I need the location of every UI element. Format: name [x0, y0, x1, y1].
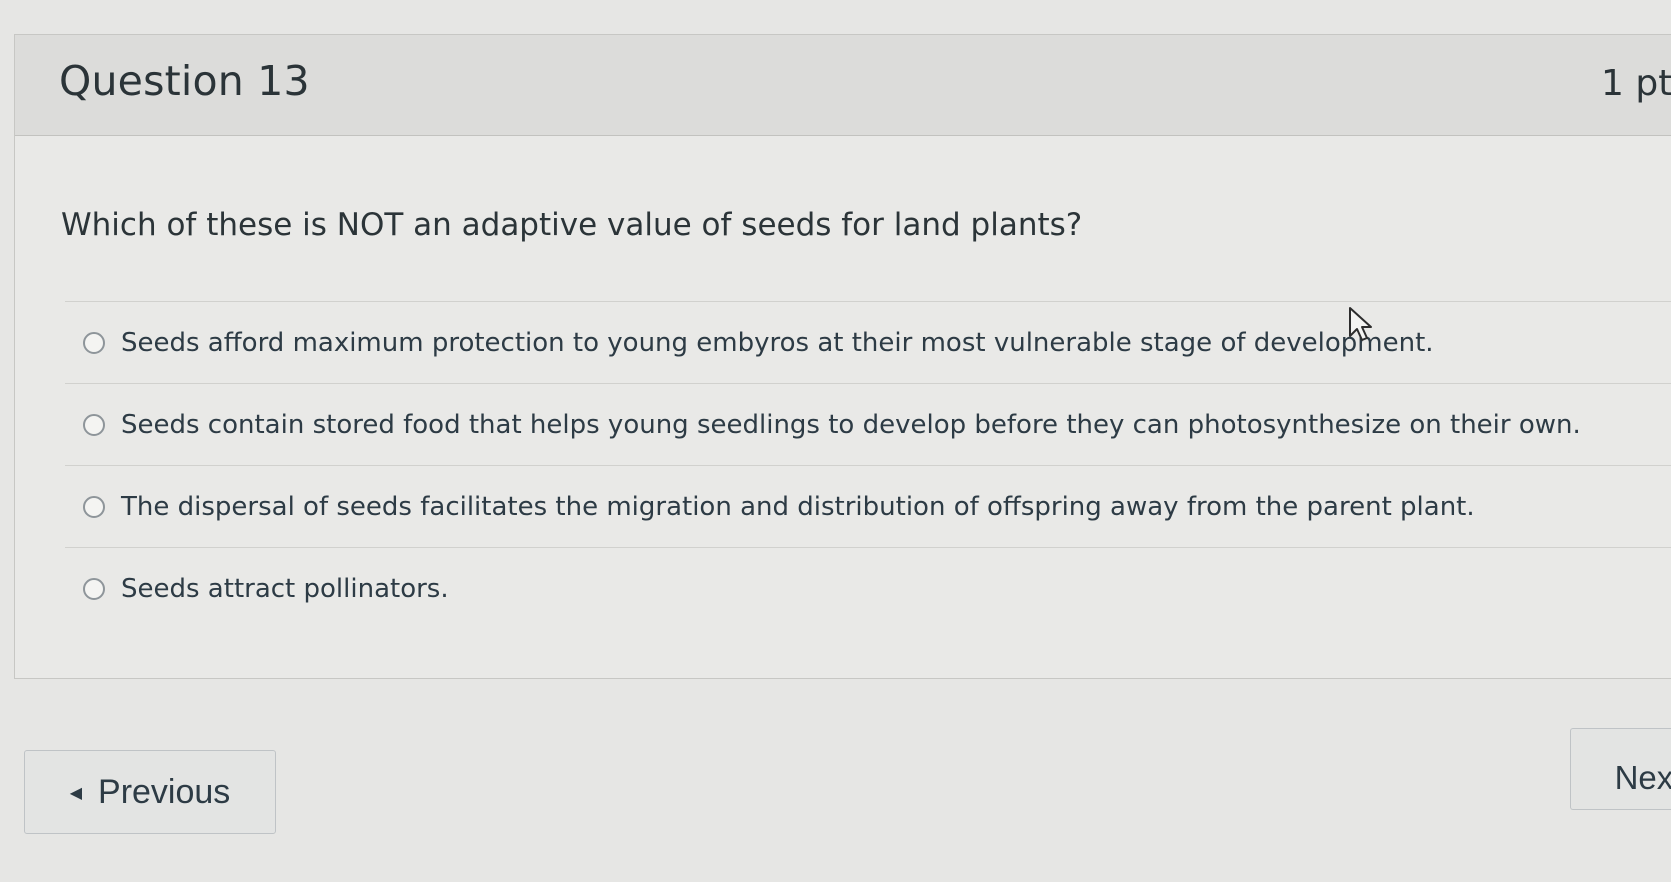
- previous-button[interactable]: ◀ Previous: [24, 750, 276, 834]
- answer-list: Seeds afford maximum protection to young…: [65, 301, 1671, 629]
- next-label: Next: [1614, 758, 1671, 796]
- answer-option-2[interactable]: Seeds contain stored food that helps you…: [65, 383, 1671, 465]
- radio-button[interactable]: [83, 577, 105, 600]
- question-header: Question 13 1 pts: [15, 35, 1671, 136]
- answer-option-4[interactable]: Seeds attract pollinators.: [65, 547, 1671, 629]
- answer-option-1[interactable]: Seeds afford maximum protection to young…: [65, 301, 1671, 383]
- answer-label[interactable]: The dispersal of seeds facilitates the m…: [121, 492, 1475, 522]
- radio-button[interactable]: [83, 413, 105, 436]
- question-card: Question 13 1 pts Which of these is NOT …: [14, 34, 1671, 679]
- answer-label[interactable]: Seeds afford maximum protection to young…: [121, 328, 1434, 358]
- radio-button[interactable]: [83, 495, 105, 518]
- previous-label: Previous: [98, 772, 231, 811]
- answer-option-3[interactable]: The dispersal of seeds facilitates the m…: [65, 465, 1671, 547]
- previous-arrow-icon: ◀: [69, 785, 83, 802]
- question-points: 1 pts: [1601, 63, 1671, 104]
- next-button[interactable]: Next: [1570, 728, 1671, 810]
- answer-label[interactable]: Seeds contain stored food that helps you…: [121, 410, 1581, 440]
- radio-button[interactable]: [83, 331, 105, 354]
- answer-label[interactable]: Seeds attract pollinators.: [121, 574, 449, 604]
- question-prompt: Which of these is NOT an adaptive value …: [61, 207, 1083, 243]
- question-title: Question 13: [59, 57, 310, 105]
